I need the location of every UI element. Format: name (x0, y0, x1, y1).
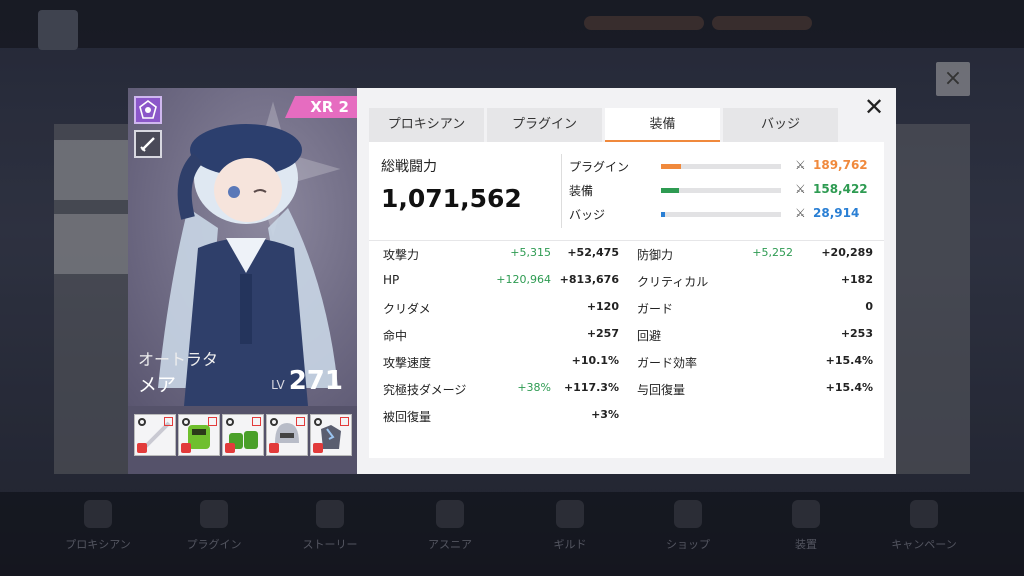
xr-rank-tag: XR 2 (285, 96, 357, 118)
equipment-slot-2[interactable] (178, 414, 220, 456)
stat-label: 攻撃力 (383, 248, 420, 262)
divider (369, 240, 884, 241)
stat-row: 攻撃力 +5,315 +52,475 (383, 246, 619, 264)
stat-label: クリティカル (637, 275, 709, 289)
sword-icon[interactable] (134, 130, 162, 158)
stat-value: +3% (591, 408, 619, 421)
total-power-label: 総戦闘力 (381, 159, 437, 175)
tab-badge[interactable]: バッジ (723, 108, 838, 142)
tab-proxian[interactable]: プロキシアン (369, 108, 484, 142)
breakdown-value: 158,422 (813, 182, 868, 196)
stat-label: ガード (637, 302, 674, 316)
stat-value: +15.4% (825, 381, 873, 394)
breakdown-bar (661, 164, 781, 169)
stats-content: プロキシアン プラグイン 装備 バッジ 総戦闘力 1,071,562 プラグイン… (369, 104, 884, 458)
stat-row: 回避 +253 (637, 327, 873, 345)
stat-row: ガード 0 (637, 300, 873, 318)
stat-label: 回避 (637, 329, 662, 343)
stat-value: +117.3% (563, 381, 619, 394)
stat-row: 防御力 +5,252 +20,289 (637, 246, 873, 264)
breakdown-label: バッジ (569, 208, 606, 222)
stat-row: クリティカル +182 (637, 273, 873, 291)
stat-value: +182 (840, 273, 873, 286)
stat-value: +15.4% (825, 354, 873, 367)
stat-label: 被回復量 (383, 410, 432, 424)
tab-plugin[interactable]: プラグイン (487, 108, 602, 142)
stat-value: +10.1% (571, 354, 619, 367)
stat-label: 与回復量 (637, 383, 686, 397)
breakdown-plugin: プラグイン ⚔ 189,762 (569, 158, 869, 176)
tab-bar: プロキシアン プラグイン 装備 バッジ (369, 104, 884, 142)
breakdown-value: 189,762 (813, 158, 868, 172)
stat-row: ガード効率 +15.4% (637, 354, 873, 372)
stat-row: 究極技ダメージ +38% +117.3% (383, 381, 619, 399)
breakdown-label: プラグイン (569, 160, 630, 174)
equipment-slots (132, 414, 354, 458)
stat-value: +120 (586, 300, 619, 313)
total-power-value: 1,071,562 (381, 184, 522, 213)
close-icon[interactable]: ✕ (862, 95, 886, 120)
stat-label: ガード効率 (637, 356, 698, 370)
stat-value: +813,676 (559, 273, 619, 286)
level-label: LV (271, 378, 285, 392)
attribute-icon[interactable] (134, 96, 162, 124)
stat-label: 防御力 (637, 248, 674, 262)
breakdown-label: 装備 (569, 184, 594, 198)
stat-row: 命中 +257 (383, 327, 619, 345)
tab-equipment[interactable]: 装備 (605, 108, 720, 142)
character-panel: XR 2 オートラタ メア LV 271 (128, 88, 357, 474)
equipment-slot-3[interactable] (222, 414, 264, 456)
crossed-swords-icon: ⚔ (795, 158, 806, 172)
character-title: オートラタ (138, 350, 219, 369)
stat-label: 攻撃速度 (383, 356, 432, 370)
breakdown-bar (661, 188, 781, 193)
stat-bonus: +5,252 (752, 246, 793, 259)
breakdown-bar (661, 212, 781, 217)
stat-row: HP +120,964 +813,676 (383, 273, 619, 291)
breakdown-badge: バッジ ⚔ 28,914 (569, 206, 869, 224)
breakdown-equipment: 装備 ⚔ 158,422 (569, 182, 869, 200)
stat-label: HP (383, 273, 400, 287)
breakdown-bar-fill (661, 164, 682, 169)
divider (561, 154, 562, 228)
character-name: メア (138, 374, 177, 396)
stat-value: 0 (865, 300, 873, 313)
crossed-swords-icon: ⚔ (795, 206, 806, 220)
stat-label: クリダメ (383, 302, 431, 316)
stat-row: 与回復量 +15.4% (637, 381, 873, 399)
character-stats-dialog: XR 2 オートラタ メア LV 271 プロキシアン プラグイン 装備 バッジ… (128, 88, 896, 474)
breakdown-bar-fill (661, 188, 679, 193)
stat-label: 究極技ダメージ (383, 383, 467, 397)
crossed-swords-icon: ⚔ (795, 182, 806, 196)
equipment-slot-4[interactable] (266, 414, 308, 456)
equipment-slot-5[interactable] (310, 414, 352, 456)
stat-row: 被回復量 +3% (383, 408, 619, 426)
breakdown-value: 28,914 (813, 206, 860, 220)
level-value: 271 (288, 366, 343, 396)
stat-value: +257 (586, 327, 619, 340)
character-level: LV 271 (271, 366, 343, 396)
stat-row: 攻撃速度 +10.1% (383, 354, 619, 372)
stat-value: +52,475 (567, 246, 619, 259)
stat-label: 命中 (383, 329, 408, 343)
stat-value: +253 (840, 327, 873, 340)
breakdown-bar-fill (661, 212, 665, 217)
equipment-slot-1[interactable] (134, 414, 176, 456)
stat-row: クリダメ +120 (383, 300, 619, 318)
stat-value: +20,289 (821, 246, 873, 259)
total-power: 総戦闘力 1,071,562 (381, 156, 522, 213)
